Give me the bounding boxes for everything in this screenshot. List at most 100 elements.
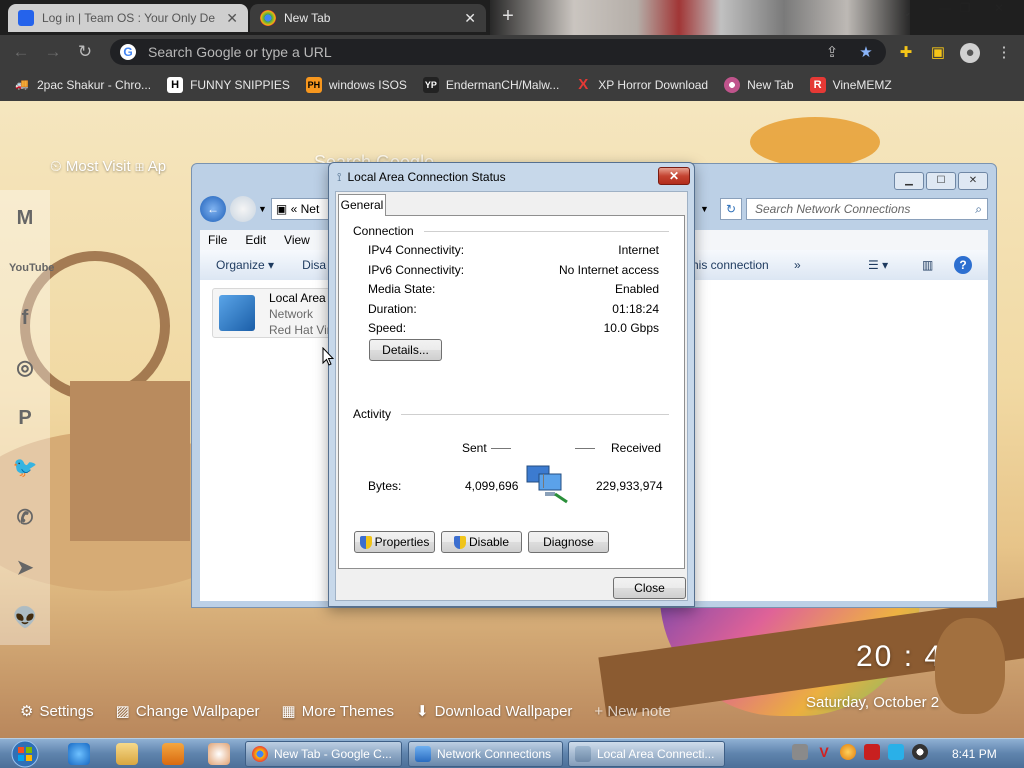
most-visited-link[interactable]: ⏲ Most Visit xyxy=(50,158,131,175)
row-key: IPv6 Connectivity: xyxy=(368,263,465,277)
menu-kebab-icon[interactable]: ⋮ xyxy=(994,43,1014,63)
help-icon[interactable]: ? xyxy=(954,256,972,274)
ntp-bottom-bar: ⚙ Settings ▨ Change Wallpaper ▦ More Themes… xyxy=(20,702,671,721)
facebook-icon[interactable]: f xyxy=(9,302,41,334)
taskbar-clock[interactable]: 8:41 PM xyxy=(952,747,997,761)
menu-edit[interactable]: Edit xyxy=(245,233,266,247)
reddit-icon[interactable]: 👽 xyxy=(9,602,41,634)
preview-pane-icon[interactable]: ▥ xyxy=(922,258,933,272)
forward-button[interactable] xyxy=(230,196,256,222)
close-tab-icon[interactable]: ✕ xyxy=(226,10,238,27)
menu-view[interactable]: View xyxy=(284,233,310,247)
maximize-button[interactable]: ☐ xyxy=(926,172,956,190)
taskbar-chrome-button[interactable]: New Tab - Google C... xyxy=(245,741,402,767)
bookmark-xp-horror[interactable]: X XP Horror Download xyxy=(575,77,708,93)
close-button[interactable]: ✕ xyxy=(958,172,988,190)
gmail-icon[interactable]: M xyxy=(9,202,41,234)
search-network-connections-input[interactable]: Search Network Connections ⌕ xyxy=(746,198,988,220)
local-area-connection-item[interactable]: Local Area Network Red Hat Vir xyxy=(212,288,342,338)
tray-search-icon[interactable] xyxy=(840,744,856,760)
taskbar-local-area-connection-button[interactable]: Local Area Connecti... xyxy=(568,741,725,767)
tray-v-icon[interactable]: V xyxy=(816,744,832,760)
disable-button[interactable]: Disable xyxy=(441,531,522,553)
change-view-icon[interactable]: ☰ ▾ xyxy=(868,258,888,272)
tab-search-icon[interactable]: ⌄ xyxy=(892,4,922,22)
download-wallpaper-link[interactable]: ⬇ Download Wallpaper xyxy=(416,702,572,721)
refresh-icon[interactable]: ↻ xyxy=(720,198,742,220)
file-explorer-icon[interactable] xyxy=(116,743,138,765)
ipv6-connectivity-row: IPv6 Connectivity: No Internet access xyxy=(368,263,659,277)
tray-flag-icon[interactable] xyxy=(864,744,880,760)
side-panel-icon[interactable]: ▣ xyxy=(928,43,948,63)
bookmark-vinememz[interactable]: R VineMEMZ xyxy=(809,77,892,93)
bookmark-label: EndermanCH/Malw... xyxy=(445,78,560,92)
settings-link[interactable]: ⚙ Settings xyxy=(20,702,94,721)
media-player-icon[interactable] xyxy=(162,743,184,765)
close-button[interactable]: Close xyxy=(613,577,686,599)
start-orb-icon[interactable] xyxy=(8,739,42,768)
connection-name: Local Area xyxy=(269,291,326,305)
omnibox[interactable]: G Search Google or type a URL xyxy=(110,39,886,65)
address-dropdown-icon[interactable]: ▼ xyxy=(700,204,709,214)
change-wallpaper-link[interactable]: ▨ Change Wallpaper xyxy=(116,702,260,721)
share-icon[interactable]: ⇪ xyxy=(822,43,842,63)
taskbar-network-connections-button[interactable]: Network Connections xyxy=(408,741,563,767)
chrome-favicon-icon xyxy=(260,10,276,26)
dialog-close-button[interactable]: ✕ xyxy=(658,167,690,185)
recent-pages-chevron-icon[interactable]: ▼ xyxy=(258,204,267,214)
internet-explorer-icon[interactable] xyxy=(68,743,90,765)
tray-app-icon[interactable] xyxy=(792,744,808,760)
search-icon: ⌕ xyxy=(975,202,982,216)
back-arrow-icon[interactable]: ← xyxy=(10,41,32,63)
address-field[interactable]: ▣ « Net xyxy=(270,198,331,220)
new-tab-button[interactable]: + xyxy=(496,6,520,28)
bookmark-funny-snippies[interactable]: H FUNNY SNIPPIES xyxy=(167,77,290,93)
tab-general[interactable]: General xyxy=(338,194,386,216)
mouse-cursor-icon xyxy=(322,347,334,366)
disable-device-button[interactable]: Disa xyxy=(302,258,326,272)
close-window-button[interactable]: ✕ xyxy=(984,0,1014,18)
settings-label: Settings xyxy=(39,702,94,720)
twitter-icon[interactable]: 🐦 xyxy=(9,452,41,484)
tray-display-icon[interactable] xyxy=(888,744,904,760)
telegram-icon[interactable]: ➤ xyxy=(9,552,41,584)
duration-row: Duration: 01:18:24 xyxy=(368,302,659,316)
more-themes-link[interactable]: ▦ More Themes xyxy=(282,702,394,721)
tray-volume-icon[interactable] xyxy=(912,744,928,760)
back-button[interactable]: ← xyxy=(200,196,226,222)
tab-new-tab[interactable]: New Tab ✕ xyxy=(250,4,486,32)
pinterest-icon[interactable]: P xyxy=(9,402,41,434)
paint-icon[interactable] xyxy=(208,743,230,765)
properties-button[interactable]: Properties xyxy=(354,531,435,553)
omnibox-placeholder: Search Google or type a URL xyxy=(148,44,332,60)
extensions-puzzle-icon[interactable]: ✚ xyxy=(896,43,916,63)
bookmark-endermanch[interactable]: YP EndermanCH/Malw... xyxy=(422,77,560,93)
minimize-button[interactable]: ▁ xyxy=(894,172,924,190)
restore-button[interactable]: ❐ xyxy=(950,0,980,18)
youtube-icon[interactable]: YouTube xyxy=(9,252,54,284)
rename-connection-button[interactable]: his connection xyxy=(692,258,769,272)
tab-team-os[interactable]: Log in | Team OS : Your Only De ✕ xyxy=(8,4,248,32)
bookmark-2pac[interactable]: 🚚 2pac Shakur - Chro... xyxy=(14,77,151,93)
more-commands-icon[interactable]: » xyxy=(794,258,801,272)
bookmark-star-icon[interactable]: ★ xyxy=(856,43,876,63)
connection-adapter: Red Hat Vir xyxy=(269,323,331,337)
bookmark-new-tab[interactable]: New Tab xyxy=(724,77,794,93)
new-note-link[interactable]: + New note xyxy=(594,702,670,720)
menu-file[interactable]: File xyxy=(208,233,227,247)
address-text: Net xyxy=(300,202,320,216)
reload-icon[interactable]: ↻ xyxy=(74,41,96,63)
whatsapp-icon[interactable]: ✆ xyxy=(9,502,41,534)
apps-link[interactable]: ⊞ Ap xyxy=(135,158,166,175)
profile-avatar-icon[interactable]: ● xyxy=(960,43,980,63)
details-button[interactable]: Details... xyxy=(369,339,442,361)
instagram-icon[interactable]: ◎ xyxy=(9,352,41,384)
organize-button[interactable]: Organize ▾ xyxy=(216,258,274,272)
close-tab-icon[interactable]: ✕ xyxy=(464,10,476,27)
forward-arrow-icon[interactable]: → xyxy=(42,41,64,63)
diagnose-button[interactable]: Diagnose xyxy=(528,531,609,553)
google-g-icon: G xyxy=(120,44,136,60)
bytes-divider xyxy=(543,474,544,488)
more-themes-label: More Themes xyxy=(301,702,394,720)
bookmark-windows-isos[interactable]: PH windows ISOS xyxy=(305,77,407,93)
